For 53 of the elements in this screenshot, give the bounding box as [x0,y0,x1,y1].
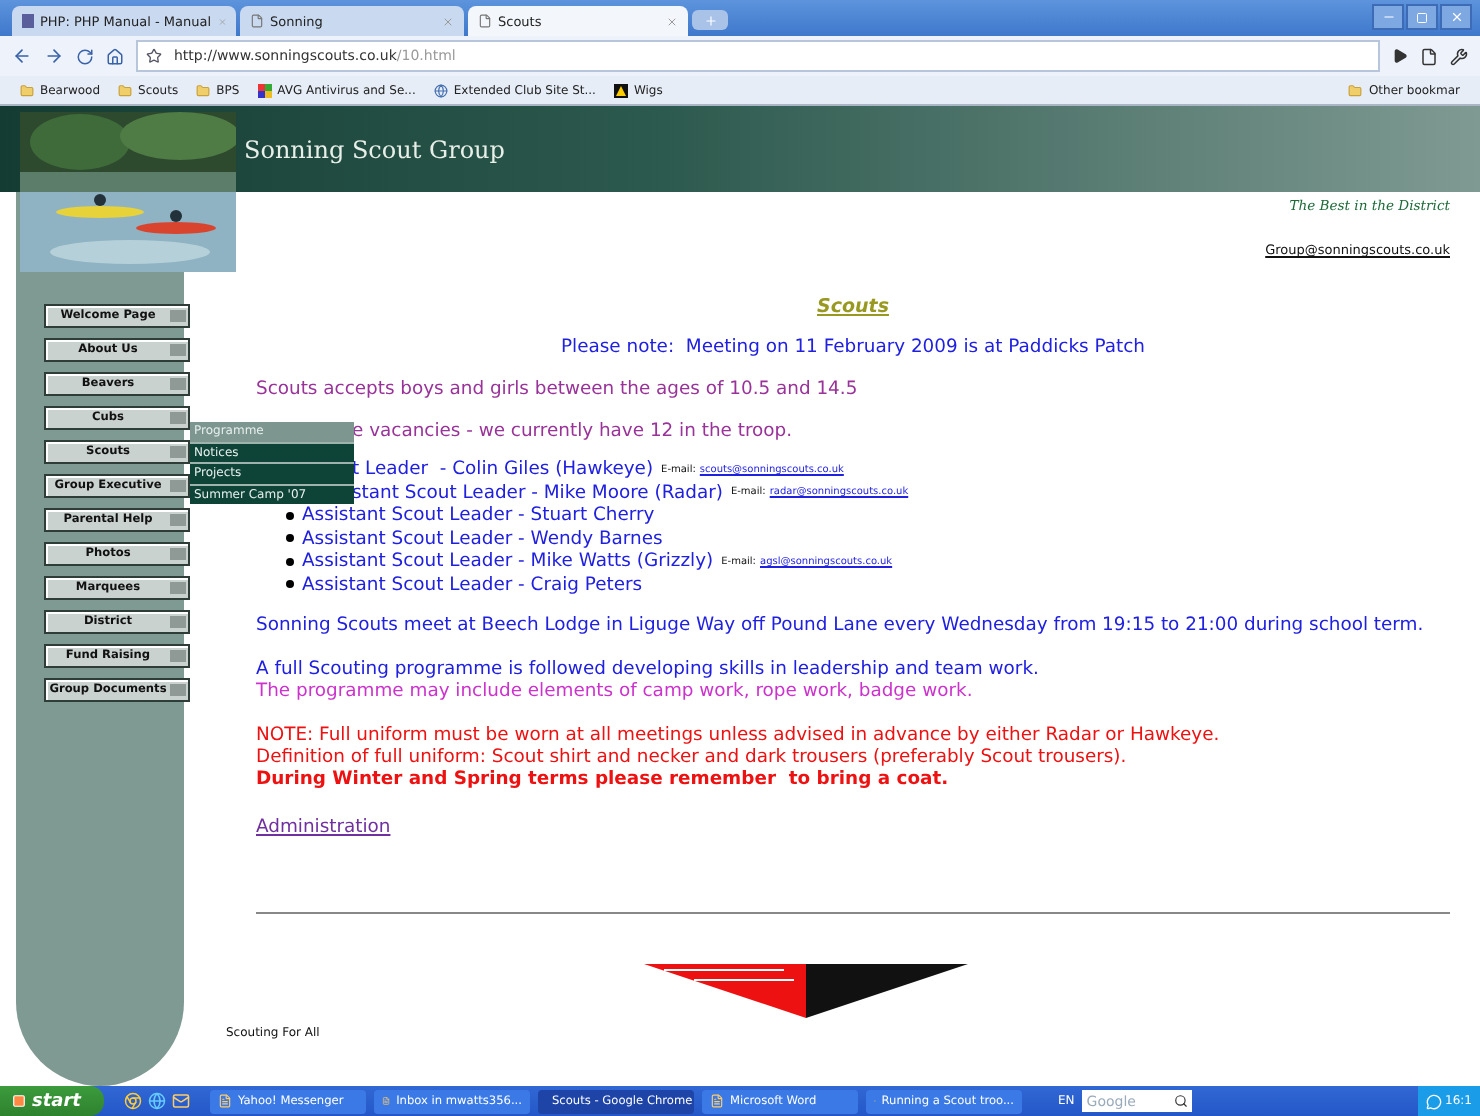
plus-icon [703,13,717,27]
star-icon[interactable] [146,48,162,64]
mail-icon[interactable] [172,1092,190,1110]
page-icon[interactable] [1420,47,1438,65]
php-icon [22,14,34,28]
leader-text: Assistant Scout Leader - Wendy Barnes [302,527,663,550]
folder-icon [20,83,34,97]
intro-text: Scouts accepts boys and girls between the ages of 10.5 and 14.5 [256,378,858,400]
folder-icon [1348,83,1363,97]
paragraph-text: NOTE: Full uniform must be worn at all meetings unless advised in advance by either Radar or Hawkeye. [256,724,1222,746]
bullet-icon [286,557,294,566]
notice-text: Please note: Meeting on 11 February 2009 is at Paddicks Patch [561,336,1145,358]
chrome-icon[interactable] [124,1092,142,1110]
paragraph-text: Definition of full uniform: Scout shirt and necker and dark trousers (preferably Scout trousers). [256,746,1129,768]
paragraph-text: During Winter and Spring terms please remember to bring a coat. [256,768,951,790]
forward-icon[interactable] [44,46,64,66]
close-icon[interactable] [666,15,678,27]
leader-text: Assistant Scout Leader - Craig Peters [302,573,643,596]
squares-icon [257,83,272,97]
new-tab-button[interactable] [692,10,728,30]
globe-icon [433,83,448,97]
wrench-icon[interactable] [1450,47,1468,65]
start-button[interactable]: start [0,1086,104,1116]
speech-bubble-icon [1425,1093,1442,1109]
maximize-icon [1416,11,1428,23]
close-icon [1449,10,1463,24]
reload-icon[interactable] [76,47,94,65]
page-heading: Scouts [817,296,889,318]
back-icon[interactable] [12,46,32,66]
site-title: Sonning Scout Group [244,135,505,163]
folder-icon [196,83,211,97]
paragraph-text: A full Scouting programme is followed developing skills in leadership and team work. [256,658,1041,680]
home-icon[interactable] [106,47,124,65]
globe-icon[interactable] [148,1092,166,1110]
bullet-icon [286,511,294,520]
bullet-icon [286,534,294,543]
minimize-button[interactable] [1372,4,1404,30]
leader-text: Assistant Scout Leader - Stuart Cherry [302,504,655,527]
leader-text: Assistant Scout Leader - Mike Watts (Grizzly) [302,550,714,573]
leader-text: stant Scout Leader - Mike Moore (Radar) [352,481,723,504]
bullet-icon [286,580,294,589]
folder-icon [118,83,133,97]
maximize-button[interactable] [1406,4,1438,30]
close-button[interactable] [1440,4,1472,30]
paragraph-text: Sonning Scouts meet at Beech Lodge in Liguge Way off Pound Lane every Wednesday from 19:15 to 21:00 during school term. [256,614,1426,636]
leader-text: t Leader - Colin Giles (Hawkeye) [352,458,654,481]
administration-link[interactable]: Administration [256,816,391,838]
play-icon[interactable] [1392,48,1408,64]
search-icon [1174,1094,1189,1108]
paragraph-text: The programme may include elements of camp work, rope work, badge work. [256,680,975,702]
page-icon [478,14,492,28]
minimize-icon [1381,10,1395,24]
page-icon [250,14,264,28]
